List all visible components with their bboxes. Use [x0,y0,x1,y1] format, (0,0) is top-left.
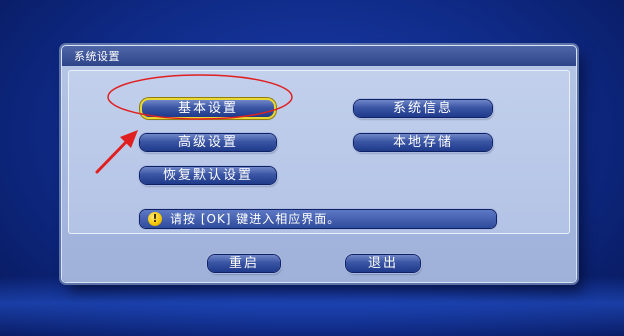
advanced-settings-button[interactable]: 高级设置 [140,134,276,151]
info-icon: ! [148,212,162,226]
tip-bar: ! 请按 [OK] 键进入相应界面。 [140,210,496,228]
basic-settings-button[interactable]: 基本设置 [142,100,274,117]
system-settings-dialog: 系统设置 基本设置 系统信息 高级设置 本地存储 恢复默认设置 ! 请按 [OK… [62,46,576,282]
dialog-title: 系统设置 [74,50,120,63]
system-info-button[interactable]: 系统信息 [354,100,492,117]
local-storage-button[interactable]: 本地存储 [354,134,492,151]
tip-text: 请按 [OK] 键进入相应界面。 [170,212,341,226]
exit-button[interactable]: 退出 [346,255,420,272]
dialog-title-bar: 系统设置 [62,46,576,66]
restart-button[interactable]: 重启 [208,255,280,272]
restore-default-button[interactable]: 恢复默认设置 [140,167,276,184]
tv-screen: 系统设置 基本设置 系统信息 高级设置 本地存储 恢复默认设置 ! 请按 [OK… [0,0,624,336]
floor-glow [0,276,624,336]
